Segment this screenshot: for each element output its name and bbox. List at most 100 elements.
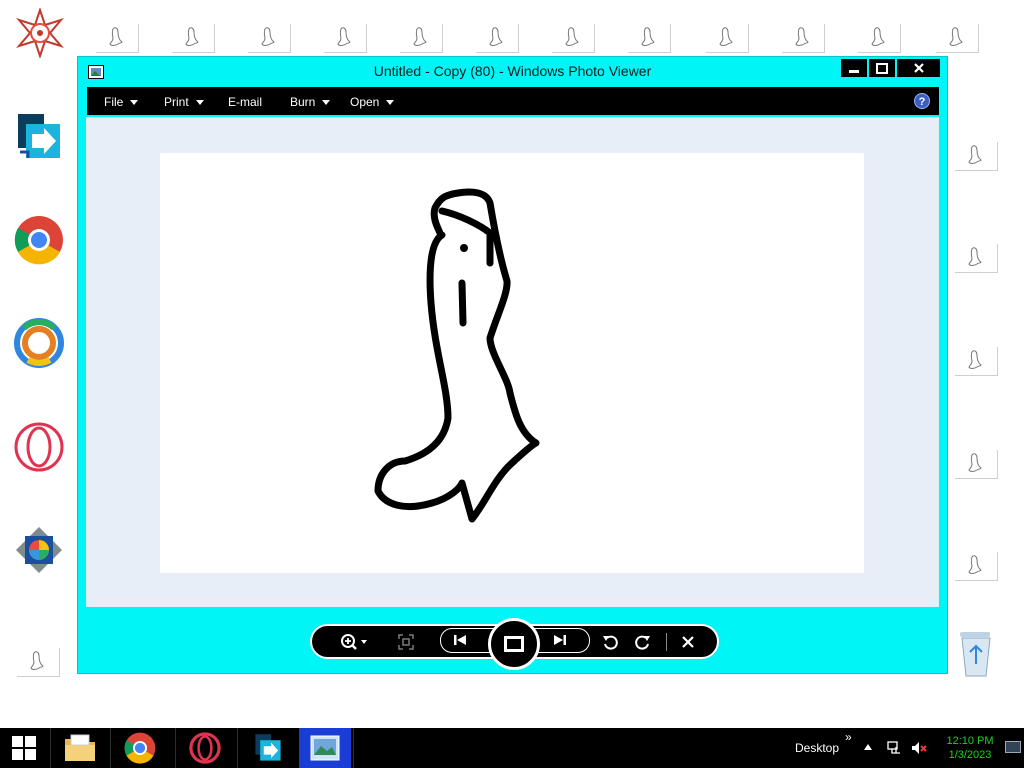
- rotate-counterclockwise-button[interactable]: [599, 631, 621, 653]
- image-file-desktop-icon[interactable]: [782, 24, 825, 53]
- boot-thumbnail-icon: [30, 651, 44, 670]
- photo-viewer-window: Untitled - Copy (80) - Windows Photo Vie…: [77, 56, 948, 674]
- boot-thumbnail-icon: [968, 453, 982, 472]
- rotate-clockwise-icon: [635, 635, 650, 650]
- menu-burn-label: Burn: [290, 95, 316, 109]
- boot-thumbnail-icon: [968, 247, 982, 266]
- window-title: Untitled - Copy (80) - Windows Photo Vie…: [373, 63, 652, 79]
- menu-email-label: E-mail: [228, 95, 263, 109]
- opera-taskbar-button[interactable]: [176, 728, 234, 768]
- title-bar[interactable]: Untitled - Copy (80) - Windows Photo Vie…: [78, 57, 947, 87]
- close-icon: [913, 63, 924, 73]
- rotate-clockwise-button[interactable]: [632, 631, 654, 653]
- image-file-desktop-icon[interactable]: [400, 24, 443, 53]
- dropdown-caret-icon: [322, 99, 331, 105]
- image-file-desktop-icon[interactable]: [955, 347, 998, 376]
- remote-desktop-icon[interactable]: [14, 112, 64, 162]
- image-file-desktop-icon[interactable]: [955, 142, 998, 171]
- colorful-app-icon[interactable]: [14, 318, 64, 368]
- photo-gallery-icon[interactable]: [14, 525, 64, 575]
- next-button[interactable]: [549, 629, 571, 651]
- maximize-icon: [876, 62, 888, 74]
- menu-file-label: File: [104, 95, 124, 109]
- slideshow-button[interactable]: [488, 618, 540, 670]
- remote-desktop-taskbar-button[interactable]: [239, 728, 297, 768]
- photo-viewer-icon: [310, 735, 340, 761]
- opera-icon[interactable]: [14, 422, 64, 472]
- image-file-desktop-icon[interactable]: [955, 552, 998, 581]
- maximize-button[interactable]: [869, 59, 895, 77]
- chrome-icon: [124, 732, 156, 764]
- clock-time: 12:10 PM: [946, 735, 994, 747]
- menu-print[interactable]: Print: [164, 95, 204, 109]
- boot-thumbnail-icon: [719, 27, 733, 46]
- boot-thumbnail-icon: [261, 27, 275, 46]
- file-explorer-taskbar-button[interactable]: [52, 728, 108, 768]
- image-file-desktop-icon[interactable]: [248, 24, 291, 53]
- image-file-desktop-icon[interactable]: [476, 24, 519, 53]
- opera-icon: [189, 732, 221, 764]
- star-logo-desktop-icon[interactable]: [15, 6, 65, 60]
- desktop-toolbar-label[interactable]: Desktop: [795, 741, 839, 755]
- zoom-icon: [341, 634, 367, 650]
- show-desktop-icon[interactable]: [1005, 741, 1021, 753]
- system-clock[interactable]: 12:10 PM 1/3/2023: [940, 734, 1000, 762]
- start-button[interactable]: [0, 728, 48, 768]
- image-file-desktop-icon[interactable]: [552, 24, 595, 53]
- boot-thumbnail-icon: [565, 27, 579, 46]
- volume-muted-icon[interactable]: [910, 740, 928, 761]
- dropdown-caret-icon: [130, 99, 139, 105]
- chrome-taskbar-button[interactable]: [112, 728, 168, 768]
- menu-file[interactable]: File: [104, 95, 139, 109]
- taskbar-divider: [237, 728, 238, 768]
- boot-thumbnail-icon: [949, 27, 963, 46]
- displayed-image: [160, 153, 864, 573]
- show-hidden-icons-icon[interactable]: [864, 744, 872, 750]
- image-file-desktop-icon[interactable]: [17, 648, 60, 677]
- image-file-desktop-icon[interactable]: [936, 24, 979, 53]
- image-file-desktop-icon[interactable]: [628, 24, 671, 53]
- recycle-bin-icon[interactable]: [954, 630, 1004, 680]
- actual-size-button[interactable]: [395, 631, 417, 653]
- image-viewport: [86, 117, 939, 607]
- taskbar-divider: [353, 728, 354, 768]
- taskbar-divider: [50, 728, 51, 768]
- zoom-button[interactable]: [338, 631, 372, 653]
- menu-open[interactable]: Open: [350, 95, 395, 109]
- delete-button[interactable]: [677, 631, 699, 653]
- delete-icon: [682, 636, 694, 648]
- image-file-desktop-icon[interactable]: [706, 24, 749, 53]
- previous-button[interactable]: [449, 629, 471, 651]
- menu-print-label: Print: [164, 95, 189, 109]
- image-file-desktop-icon[interactable]: [96, 24, 139, 53]
- taskbar: Desktop » 12:10 PM 1/3/2023: [0, 728, 1024, 768]
- file-explorer-icon: [65, 734, 95, 761]
- boot-thumbnail-icon: [641, 27, 655, 46]
- image-file-desktop-icon[interactable]: [858, 24, 901, 53]
- close-window-button[interactable]: [897, 59, 940, 77]
- boot-thumbnail-icon: [185, 27, 199, 46]
- image-file-desktop-icon[interactable]: [324, 24, 367, 53]
- navigation-group: [440, 618, 590, 670]
- actual-size-icon: [398, 634, 414, 650]
- boot-thumbnail-icon: [968, 555, 982, 574]
- chrome-icon[interactable]: [14, 215, 64, 265]
- boot-thumbnail-icon: [871, 27, 885, 46]
- remote-desktop-icon: [255, 734, 281, 761]
- next-icon: [554, 635, 566, 645]
- photo-viewer-taskbar-button[interactable]: [299, 728, 351, 768]
- image-file-desktop-icon[interactable]: [955, 450, 998, 479]
- toolbar-separator: [666, 633, 667, 651]
- image-file-desktop-icon[interactable]: [172, 24, 215, 53]
- minimize-icon: [849, 69, 859, 73]
- menu-burn[interactable]: Burn: [290, 95, 331, 109]
- menu-email[interactable]: E-mail: [228, 95, 262, 109]
- network-icon[interactable]: [886, 740, 902, 761]
- boot-thumbnail-icon: [968, 350, 982, 369]
- dropdown-caret-icon: [386, 99, 395, 105]
- image-file-desktop-icon[interactable]: [955, 244, 998, 273]
- toolbar-overflow-icon[interactable]: »: [845, 730, 852, 744]
- question-mark-icon[interactable]: ?: [914, 93, 930, 112]
- boot-thumbnail-icon: [413, 27, 427, 46]
- minimize-button[interactable]: [841, 59, 867, 77]
